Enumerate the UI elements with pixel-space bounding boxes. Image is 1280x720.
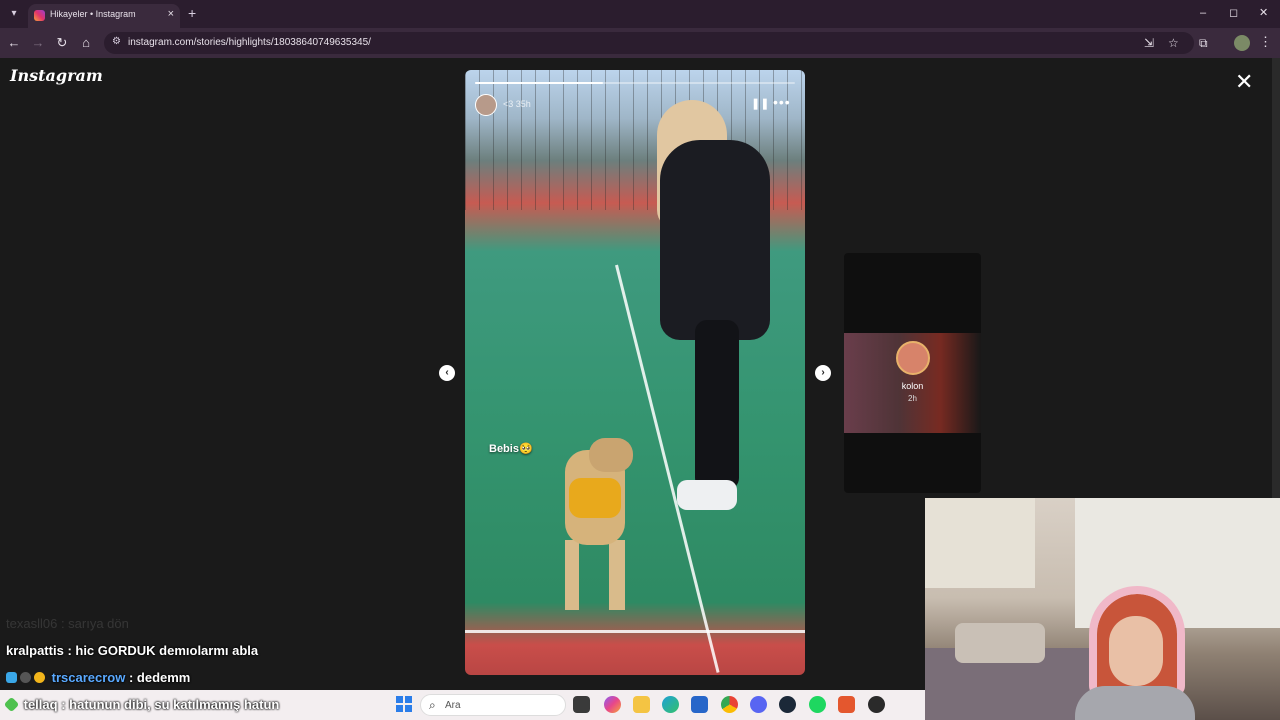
obs-app-icon[interactable]	[838, 696, 855, 713]
chrome-icon[interactable]	[721, 696, 738, 713]
home-button[interactable]: ⌂	[78, 35, 94, 51]
chat-badge-icon	[6, 672, 17, 683]
chat-username: trscarecrow	[51, 670, 126, 685]
next-story-icon[interactable]: ›	[815, 365, 831, 381]
forward-button[interactable]: →	[30, 35, 46, 51]
app-icon[interactable]	[868, 696, 885, 713]
address-bar[interactable]: ⚙ instagram.com/stories/highlights/18038…	[104, 32, 1194, 54]
tab-search-icon[interactable]: ▾	[6, 6, 22, 22]
new-tab-button[interactable]: +	[188, 5, 196, 21]
chat-message: texasll06 : sarıya dön	[6, 616, 129, 631]
pause-icon[interactable]: ❚❚	[751, 97, 769, 110]
tab-title: Hikayeler • Instagram	[50, 9, 136, 19]
chat-message: trscarecrow : dedemm	[6, 670, 190, 685]
search-icon: ⌕	[429, 698, 436, 712]
chat-text: : hic GORDUK demıolarmı abla	[67, 643, 259, 658]
minimize-button[interactable]: –	[1200, 6, 1206, 20]
story-photo-person	[695, 320, 739, 490]
streamer-body	[1075, 686, 1195, 720]
story-viewer[interactable]: <3 35h ❚❚ ••• Bebis🥺	[465, 70, 805, 675]
task-view-icon[interactable]	[573, 696, 590, 713]
file-explorer-icon[interactable]	[633, 696, 650, 713]
store-icon[interactable]	[691, 696, 708, 713]
close-stories-icon[interactable]: ✕	[1235, 70, 1253, 94]
maximize-button[interactable]: ◻	[1229, 6, 1238, 20]
site-info-icon[interactable]: ⚙	[112, 36, 121, 47]
taskbar-search[interactable]: ⌕ Ara	[420, 694, 566, 716]
chat-username: texasll06	[6, 616, 58, 631]
chat-username: kralpattis	[6, 643, 64, 658]
story-photo-dog	[565, 540, 625, 610]
chat-badge-icon	[20, 672, 31, 683]
browser-menu-icon[interactable]: ⋮	[1259, 34, 1272, 50]
chat-text: : sarıya dön	[60, 616, 129, 631]
tab-close-icon[interactable]: ×	[168, 8, 174, 20]
instagram-logo[interactable]: Instagram	[10, 66, 103, 85]
story-photo-person	[677, 480, 737, 510]
story-text-sticker: Bebis🥺	[489, 443, 533, 455]
back-button[interactable]: ←	[6, 35, 22, 51]
browser-tab-strip: ▾ Hikayeler • Instagram × + – ◻ ✕	[0, 0, 1280, 28]
taskbar-search-placeholder: Ara	[445, 700, 461, 711]
webcam-pillow	[955, 623, 1045, 663]
next-story-preview[interactable]: kolon 2h	[844, 253, 981, 493]
webcam-overlay	[925, 498, 1280, 720]
more-options-icon[interactable]: •••	[773, 94, 791, 110]
previous-story-icon[interactable]: ‹	[439, 365, 455, 381]
next-preview-username: kolon	[901, 381, 924, 391]
bookmark-star-icon[interactable]: ☆	[1168, 36, 1179, 50]
chat-badge-icon	[3, 696, 20, 713]
extensions-icon[interactable]: ⧉	[1199, 36, 1208, 50]
instagram-favicon-icon	[34, 10, 45, 21]
url-text[interactable]: instagram.com/stories/highlights/1803864…	[128, 37, 371, 48]
chat-badge-icon	[34, 672, 45, 683]
tab-instagram-stories[interactable]: Hikayeler • Instagram ×	[28, 4, 180, 28]
next-preview-time: 2h	[908, 394, 917, 403]
window-close-button[interactable]: ✕	[1259, 6, 1268, 20]
webcam-shelf	[925, 498, 1035, 588]
next-preview-avatar	[896, 341, 930, 375]
story-progress-bar	[475, 82, 795, 84]
story-photo-person	[660, 140, 770, 340]
browser-toolbar: ← → ↻ ⌂ ⚙ instagram.com/stories/highligh…	[0, 28, 1280, 58]
headset-icon	[1089, 586, 1185, 696]
chat-text: : hatunun dibi, su katılmamış hatun	[61, 697, 280, 712]
edge-icon[interactable]	[662, 696, 679, 713]
chat-text: : dedemm	[128, 670, 191, 685]
story-author-avatar[interactable]	[475, 94, 497, 116]
story-photo-dog	[569, 478, 621, 518]
reload-button[interactable]: ↻	[54, 35, 70, 51]
story-photo-court-line	[465, 630, 805, 633]
install-app-icon[interactable]: ⇲	[1144, 36, 1154, 50]
discord-icon[interactable]	[750, 696, 767, 713]
chat-message: kralpattis : hic GORDUK demıolarmı abla	[6, 643, 258, 658]
story-photo-dog	[589, 438, 633, 472]
windows-start-icon[interactable]	[396, 696, 412, 712]
page-scrollbar[interactable]	[1272, 58, 1280, 498]
copilot-icon[interactable]	[604, 696, 621, 713]
steam-icon[interactable]	[779, 696, 796, 713]
chat-username: tellaq	[23, 697, 58, 712]
story-author-name[interactable]: <3 35h	[503, 99, 531, 109]
chat-message: tellaq : hatunun dibi, su katılmamış hat…	[3, 696, 280, 713]
spotify-icon[interactable]	[809, 696, 826, 713]
story-progress-fill	[475, 82, 603, 84]
profile-avatar[interactable]	[1234, 35, 1250, 51]
